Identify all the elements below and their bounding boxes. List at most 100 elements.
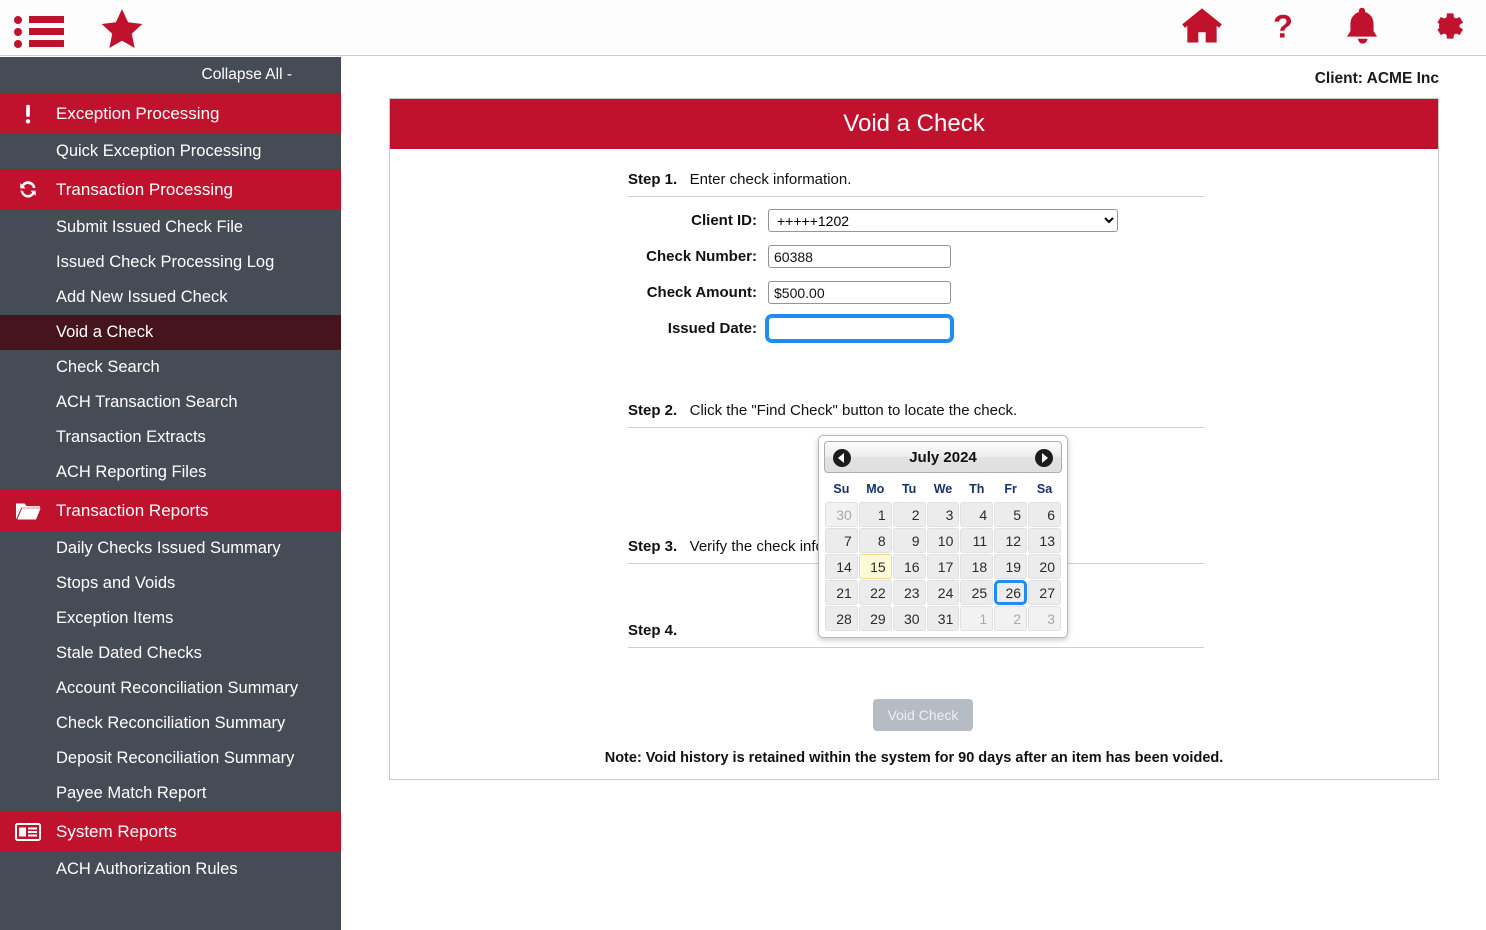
datepicker-day[interactable]: 8 xyxy=(858,528,892,553)
sidebar-item-ach-reporting-files[interactable]: ACH Reporting Files xyxy=(0,455,341,490)
datepicker-week-row: 30 1 2 3 4 5 6 xyxy=(825,502,1061,527)
datepicker-week-row: 21 22 23 24 25 26 27 xyxy=(825,580,1061,605)
datepicker-day[interactable]: 12 xyxy=(994,528,1028,553)
issued-date-row: Issued Date: xyxy=(628,314,954,343)
client-id-select[interactable]: +++++1202 xyxy=(768,209,1118,232)
help-icon[interactable]: ? xyxy=(1266,4,1300,48)
home-icon[interactable] xyxy=(1179,4,1225,48)
datepicker-day[interactable]: 6 xyxy=(1028,502,1061,527)
datepicker-day[interactable]: 2 xyxy=(892,502,926,527)
sidebar-item-label: Quick Exception Processing xyxy=(56,142,262,160)
sidebar-item-quick-exception-processing[interactable]: Quick Exception Processing xyxy=(0,134,341,169)
datepicker-day[interactable]: 24 xyxy=(926,580,960,605)
datepicker-day[interactable]: 1 xyxy=(858,502,892,527)
sidebar-item-deposit-reconciliation-summary[interactable]: Deposit Reconciliation Summary xyxy=(0,741,341,776)
datepicker-day[interactable]: 22 xyxy=(858,580,892,605)
datepicker-day[interactable]: 25 xyxy=(960,580,994,605)
sidebar-item-exception-items[interactable]: Exception Items xyxy=(0,601,341,636)
datepicker-day[interactable]: 1 xyxy=(960,606,994,631)
notifications-bell-icon[interactable] xyxy=(1341,4,1383,48)
client-id-label: Client ID: xyxy=(691,212,757,229)
sidebar: Collapse All - Exception Processing Quick… xyxy=(0,57,341,930)
sidebar-item-void-a-check[interactable]: Void a Check xyxy=(0,315,341,350)
datepicker-day[interactable]: 17 xyxy=(926,554,960,579)
datepicker-day[interactable]: 29 xyxy=(858,606,892,631)
collapse-all-toggle[interactable]: Collapse All - xyxy=(0,57,341,93)
step-2-text: Click the "Find Check" button to locate … xyxy=(689,402,1018,419)
check-amount-input[interactable] xyxy=(768,281,951,304)
datepicker-week-row: 28 29 30 31 1 2 3 xyxy=(825,606,1061,631)
datepicker-day[interactable]: 28 xyxy=(825,606,858,631)
datepicker-day[interactable]: 19 xyxy=(994,554,1028,579)
datepicker-day[interactable]: 23 xyxy=(892,580,926,605)
client-indicator: Client: ACME Inc xyxy=(1314,70,1439,87)
check-amount-label: Check Amount: xyxy=(646,284,757,301)
sidebar-item-add-new-issued-check[interactable]: Add New Issued Check xyxy=(0,280,341,315)
sidebar-group-label: Transaction Reports xyxy=(56,500,209,520)
sidebar-item-submit-issued-check-file[interactable]: Submit Issued Check File xyxy=(0,210,341,245)
datepicker-day[interactable]: 3 xyxy=(926,502,960,527)
issued-date-datepicker[interactable]: July 2024 Su Mo Tu We Th Fr Sa 30 1 2 3 4 5 6 7 8 9 10 11… xyxy=(818,435,1068,638)
sidebar-nav: Exception Processing Quick Exception Proc… xyxy=(0,93,341,887)
step-1-row: Step 1. Enter check information. xyxy=(628,171,1204,197)
datepicker-day[interactable]: 2 xyxy=(994,606,1028,631)
sidebar-item-label: Submit Issued Check File xyxy=(56,218,244,236)
void-check-button[interactable]: Void Check xyxy=(873,699,973,731)
datepicker-day[interactable]: 4 xyxy=(960,502,994,527)
sidebar-item-daily-checks-issued-summary[interactable]: Daily Checks Issued Summary xyxy=(0,531,341,566)
datepicker-next-month-icon[interactable] xyxy=(1035,449,1053,467)
datepicker-day[interactable]: 26 xyxy=(994,580,1028,605)
datepicker-day[interactable]: 15 xyxy=(858,554,892,579)
datepicker-weekday: Su xyxy=(833,482,850,496)
datepicker-day[interactable]: 9 xyxy=(892,528,926,553)
datepicker-day[interactable]: 3 xyxy=(1028,606,1061,631)
sidebar-group-exception-processing[interactable]: Exception Processing xyxy=(0,93,341,134)
folder-icon xyxy=(0,500,56,522)
datepicker-day[interactable]: 18 xyxy=(960,554,994,579)
issued-date-input[interactable] xyxy=(765,314,954,343)
page-title: Void a Check xyxy=(390,99,1438,149)
top-bar-left-icons xyxy=(14,6,146,52)
step-1-text: Enter check information. xyxy=(689,171,852,188)
sidebar-item-label: Add New Issued Check xyxy=(56,288,228,306)
datepicker-days: 30 1 2 3 4 5 6 7 8 9 10 11 12 13 14 15 16 17 18 19 20 21 22 23 2… xyxy=(825,502,1061,631)
datepicker-day[interactable]: 13 xyxy=(1028,528,1061,553)
sidebar-item-label: ACH Transaction Search xyxy=(56,393,238,411)
settings-gear-icon[interactable] xyxy=(1424,4,1468,48)
datepicker-day[interactable]: 20 xyxy=(1028,554,1061,579)
sidebar-group-transaction-processing[interactable]: Transaction Processing xyxy=(0,169,341,210)
datepicker-day[interactable]: 21 xyxy=(825,580,858,605)
datepicker-day[interactable]: 11 xyxy=(960,528,994,553)
sidebar-item-check-reconciliation-summary[interactable]: Check Reconciliation Summary xyxy=(0,706,341,741)
sidebar-item-account-reconciliation-summary[interactable]: Account Reconciliation Summary xyxy=(0,671,341,706)
datepicker-day[interactable]: 30 xyxy=(825,502,858,527)
sidebar-item-stops-and-voids[interactable]: Stops and Voids xyxy=(0,566,341,601)
sidebar-item-payee-match-report[interactable]: Payee Match Report xyxy=(0,776,341,811)
datepicker-day[interactable]: 7 xyxy=(825,528,858,553)
datepicker-day[interactable]: 31 xyxy=(926,606,960,631)
check-number-input[interactable] xyxy=(768,245,951,268)
sidebar-item-check-search[interactable]: Check Search xyxy=(0,350,341,385)
datepicker-day[interactable]: 30 xyxy=(892,606,926,631)
check-number-row: Check Number: xyxy=(628,245,951,268)
sidebar-item-label: Transaction Extracts xyxy=(56,428,206,446)
datepicker-prev-month-icon[interactable] xyxy=(833,449,851,467)
sidebar-group-system-reports[interactable]: System Reports xyxy=(0,811,341,852)
favorites-star-icon[interactable] xyxy=(98,6,146,52)
sidebar-item-label: Stops and Voids xyxy=(56,574,176,592)
datepicker-day[interactable]: 16 xyxy=(892,554,926,579)
datepicker-day[interactable]: 5 xyxy=(994,502,1028,527)
sidebar-item-transaction-extracts[interactable]: Transaction Extracts xyxy=(0,420,341,455)
menu-list-icon[interactable] xyxy=(14,9,64,49)
sidebar-item-ach-authorization-rules[interactable]: ACH Authorization Rules xyxy=(0,852,341,887)
sidebar-item-stale-dated-checks[interactable]: Stale Dated Checks xyxy=(0,636,341,671)
sidebar-group-transaction-reports[interactable]: Transaction Reports xyxy=(0,490,341,531)
step-4-rule xyxy=(628,647,1204,648)
datepicker-day[interactable]: 27 xyxy=(1028,580,1061,605)
datepicker-day[interactable]: 14 xyxy=(825,554,858,579)
sidebar-item-issued-check-processing-log[interactable]: Issued Check Processing Log xyxy=(0,245,341,280)
datepicker-weekday: Sa xyxy=(1036,482,1053,496)
sidebar-item-ach-transaction-search[interactable]: ACH Transaction Search xyxy=(0,385,341,420)
datepicker-day[interactable]: 10 xyxy=(926,528,960,553)
sidebar-group-label: Exception Processing xyxy=(56,103,220,123)
